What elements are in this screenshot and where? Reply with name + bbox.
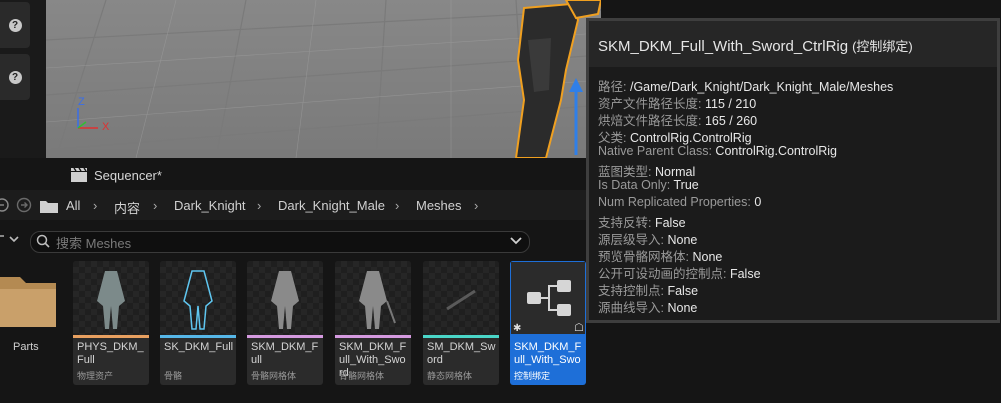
chevron-right-icon[interactable]: › [257,198,261,213]
tooltip-row: Num Replicated Properties: 0 [598,195,762,209]
tooltip-header: SKM_DKM_Full_With_Sword_CtrlRig (控制绑定) [589,21,997,67]
breadcrumb-item-dark-knight-male[interactable]: Dark_Knight_Male [278,198,385,213]
tooltip-row: Native Parent Class: ControlRig.ControlR… [598,144,837,158]
asset-name: SKM_DKM_Full_With_Sword_CtrlRig [514,341,582,366]
asset-tile-skm-dkm-full-with-sword-ctrlrig[interactable]: ✱ ☖ SKM_DKM_Full_With_Sword_CtrlRig 控制绑定 [510,261,586,385]
help-button[interactable]: ? [0,54,30,100]
search-icon [36,234,50,248]
level-viewport[interactable]: Z X [46,0,601,158]
tooltip-title: SKM_DKM_Full_With_Sword_CtrlRig (控制绑定) [598,36,913,55]
folder-icon [40,201,58,213]
person-icon: ☖ [574,322,584,334]
clapperboard-icon [71,167,87,182]
asset-tile-skm-dkm-full-with-sword[interactable]: SKM_DKM_Full_With_Sword 骨骼网格体 [335,261,411,385]
axis-z-label: Z [78,96,85,108]
asset-type-stripe [73,335,149,338]
tooltip-row: 源曲线导入: None [598,301,698,315]
breadcrumb-item-meshes[interactable]: Meshes [416,198,462,213]
tooltip-asset-name: SKM_DKM_Full_With_Sword_CtrlRig [598,38,849,55]
asset-thumbnail [160,261,236,335]
gear-icon: ✱ [513,323,522,334]
asset-type-stripe [510,335,586,338]
breadcrumb-item-dark-knight[interactable]: Dark_Knight [174,198,246,213]
chevron-right-icon[interactable]: › [153,198,157,213]
asset-type: 控制绑定 [514,371,551,381]
forward-icon[interactable] [16,197,32,213]
folder-tile-parts[interactable]: Parts [0,261,62,385]
search-options-chevron-icon[interactable] [510,236,522,246]
tooltip-asset-type: (控制绑定) [852,39,913,54]
asset-type: 骨骼 [164,371,183,381]
asset-name: SKM_DKM_Full [251,341,319,366]
question-icon: ? [8,18,22,32]
help-button[interactable]: ? [0,2,30,48]
asset-type-stripe [335,335,411,338]
asset-type: 骨骼网格体 [251,371,297,381]
asset-type-stripe [423,335,499,338]
breadcrumb-item-all[interactable]: All [66,198,80,213]
tab-sequencer[interactable]: Sequencer* [70,164,162,186]
asset-tooltip: SKM_DKM_Full_With_Sword_CtrlRig (控制绑定) 路径… [586,18,1000,323]
question-icon: ? [8,70,22,84]
breadcrumb-item-content[interactable]: 内容 [114,198,140,217]
history-nav [0,197,32,213]
asset-thumbnail [423,261,499,335]
folder-icon [0,277,56,327]
asset-tile-sk-dkm-full[interactable]: SK_DKM_Full 骨骼 [160,261,236,385]
asset-type: 物理资产 [77,371,114,381]
chevron-right-icon[interactable]: › [474,198,478,213]
asset-tile-skm-dkm-full[interactable]: SKM_DKM_Full 骨骼网格体 [247,261,323,385]
search-placeholder: 搜索 Meshes [56,236,132,251]
folder-name: Parts [13,341,39,353]
asset-type: 静态网格体 [427,371,473,381]
asset-name: SM_DKM_Sword [427,341,496,366]
viewport-scene [46,0,601,158]
axis-x-label: X [102,121,110,133]
asset-type: 骨骼网格体 [339,371,385,381]
asset-name: PHYS_DKM_Full [77,341,144,366]
back-icon[interactable] [0,198,9,212]
asset-type-stripe [160,335,236,338]
asset-thumbnail [247,261,323,335]
asset-tile-phys-dkm-full[interactable]: PHYS_DKM_Full 物理资产 [73,261,149,385]
asset-thumbnail [335,261,411,335]
chevron-right-icon[interactable]: › [93,198,97,213]
asset-tile-sm-dkm-sword[interactable]: SM_DKM_Sword 静态网格体 [423,261,499,385]
asset-type-stripe [247,335,323,338]
tooltip-row: Is Data Only: True [598,178,699,192]
tab-sequencer-label: Sequencer* [94,167,162,183]
filter-dropdown[interactable] [0,234,22,249]
chevron-right-icon[interactable]: › [395,198,399,213]
filter-chevron-icon [0,235,19,243]
transform-gizmo[interactable] [569,78,583,155]
asset-name: SK_DKM_Full [164,341,234,353]
asset-thumbnail [73,261,149,335]
